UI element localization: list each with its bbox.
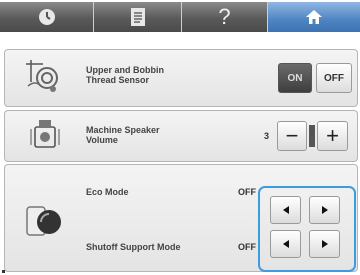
shutoff-mode-value: OFF bbox=[238, 242, 256, 252]
cursor-dot bbox=[2, 270, 5, 273]
plus-label: + bbox=[326, 123, 339, 148]
clock-icon bbox=[37, 7, 57, 27]
shutoff-mode-label: Shutoff Support Mode bbox=[86, 242, 181, 252]
speaker-label-line1: Machine Speaker bbox=[86, 125, 160, 135]
triangle-right-icon bbox=[320, 239, 330, 249]
thread-sensor-label-line2: Thread Sensor bbox=[86, 75, 150, 85]
speaker-volume-row: Machine Speaker Volume 3 − + bbox=[4, 110, 358, 162]
shutoff-mode-next-button[interactable] bbox=[309, 230, 340, 258]
eco-mode-icon bbox=[25, 205, 67, 244]
volume-decrease-button[interactable]: − bbox=[277, 121, 307, 151]
eco-mode-prev-button[interactable] bbox=[270, 196, 301, 224]
eco-mode-value: OFF bbox=[238, 187, 256, 197]
thread-sensor-off-button[interactable]: OFF bbox=[316, 63, 352, 93]
on-button-label: ON bbox=[287, 72, 303, 84]
volume-increase-button[interactable]: + bbox=[317, 121, 348, 151]
tab-home[interactable] bbox=[268, 2, 360, 32]
thread-sensor-icon bbox=[23, 56, 59, 103]
speaker-icon bbox=[29, 117, 63, 160]
tab-document[interactable] bbox=[94, 2, 182, 32]
shutoff-mode-prev-button[interactable] bbox=[270, 230, 301, 258]
thread-sensor-on-button[interactable]: ON bbox=[278, 63, 312, 93]
triangle-left-icon bbox=[281, 205, 291, 215]
tab-bar: ? bbox=[0, 0, 360, 38]
triangle-left-icon bbox=[281, 239, 291, 249]
thread-sensor-label-line1: Upper and Bobbin bbox=[86, 65, 164, 75]
help-icon: ? bbox=[218, 4, 231, 29]
off-button-label: OFF bbox=[324, 72, 344, 84]
eco-mode-next-button[interactable] bbox=[309, 196, 340, 224]
tab-help[interactable]: ? bbox=[182, 2, 268, 32]
speaker-volume-level: 3 bbox=[264, 131, 270, 141]
minus-label: − bbox=[285, 123, 299, 148]
speaker-label-line2: Volume bbox=[86, 135, 118, 145]
home-icon bbox=[305, 8, 323, 26]
volume-divider bbox=[309, 125, 315, 147]
triangle-right-icon bbox=[320, 205, 330, 215]
document-icon bbox=[129, 7, 147, 27]
eco-mode-label: Eco Mode bbox=[86, 187, 129, 197]
tab-clock[interactable] bbox=[0, 2, 94, 32]
thread-sensor-row: Upper and Bobbin Thread Sensor ON OFF bbox=[4, 49, 358, 107]
